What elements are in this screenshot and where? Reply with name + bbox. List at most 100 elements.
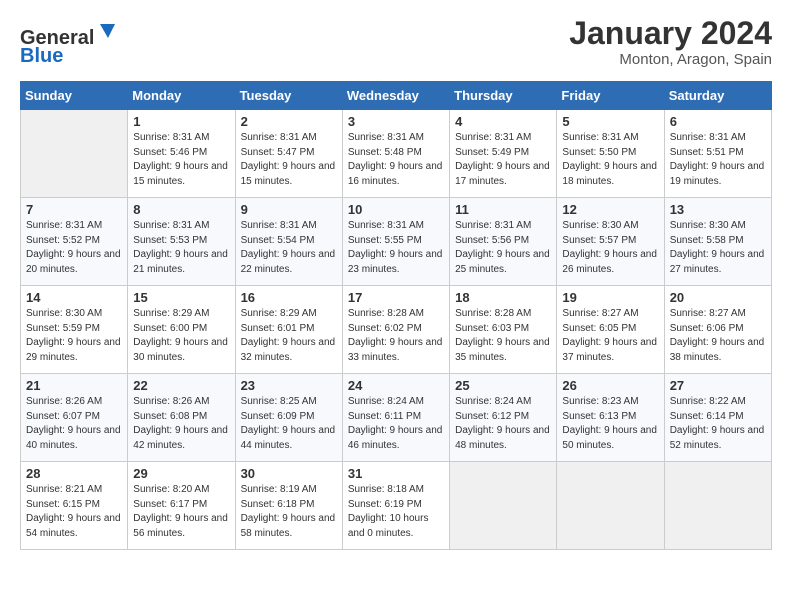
- day-info: Sunrise: 8:29 AMSunset: 6:01 PMDaylight:…: [241, 307, 337, 365]
- calendar-cell: 1 Sunrise: 8:31 AMSunset: 5:46 PMDaylight…: [128, 110, 235, 198]
- day-number: 19: [562, 290, 658, 305]
- day-number: 12: [562, 202, 658, 217]
- calendar-cell: [557, 462, 664, 550]
- weekday-header-row: SundayMondayTuesdayWednesdayThursdayFrid…: [21, 82, 772, 110]
- day-number: 11: [455, 202, 551, 217]
- calendar-cell: 13 Sunrise: 8:30 AMSunset: 5:58 PMDayligh…: [664, 198, 771, 286]
- day-info: Sunrise: 8:30 AMSunset: 5:57 PMDaylight:…: [562, 219, 658, 277]
- day-number: 22: [133, 378, 229, 393]
- day-number: 9: [241, 202, 337, 217]
- calendar-cell: 14 Sunrise: 8:30 AMSunset: 5:59 PMDayligh…: [21, 286, 128, 374]
- day-number: 1: [133, 114, 229, 129]
- calendar-cell: [21, 110, 128, 198]
- calendar-cell: 8Sunrise: 8:31 AMSunset: 5:53 PMDaylight…: [128, 198, 235, 286]
- day-number: 7: [26, 202, 122, 217]
- day-number: 8: [133, 202, 229, 217]
- calendar-cell: 5Sunrise: 8:31 AMSunset: 5:50 PMDaylight…: [557, 110, 664, 198]
- weekday-header-friday: Friday: [557, 82, 664, 110]
- day-number: 16: [241, 290, 337, 305]
- day-number: 14: [26, 290, 122, 305]
- day-number: 25: [455, 378, 551, 393]
- day-info: Sunrise: 8:19 AMSunset: 6:18 PMDaylight:…: [241, 483, 337, 541]
- day-number: 2: [241, 114, 337, 129]
- day-info: Sunrise: 8:31 AMSunset: 5:55 PMDaylight:…: [348, 219, 444, 277]
- calendar-table: SundayMondayTuesdayWednesdayThursdayFrid…: [20, 81, 772, 550]
- day-number: 17: [348, 290, 444, 305]
- calendar-cell: 2 Sunrise: 8:31 AMSunset: 5:47 PMDaylight…: [235, 110, 342, 198]
- calendar-cell: 19 Sunrise: 8:27 AMSunset: 6:05 PMDayligh…: [557, 286, 664, 374]
- day-number: 6: [670, 114, 766, 129]
- day-number: 3: [348, 114, 444, 129]
- day-info: Sunrise: 8:31 AMSunset: 5:51 PMDaylight:…: [670, 131, 766, 189]
- calendar-week-row: 1 Sunrise: 8:31 AMSunset: 5:46 PMDaylight…: [21, 110, 772, 198]
- day-info: Sunrise: 8:31 AMSunset: 5:47 PMDaylight:…: [241, 131, 337, 189]
- weekday-header-tuesday: Tuesday: [235, 82, 342, 110]
- calendar-cell: 31 Sunrise: 8:18 AMSunset: 6:19 PMDayligh…: [342, 462, 449, 550]
- calendar-week-row: 28Sunrise: 8:21 AMSunset: 6:15 PMDayligh…: [21, 462, 772, 550]
- calendar-week-row: 7 Sunrise: 8:31 AMSunset: 5:52 PMDaylight…: [21, 198, 772, 286]
- day-info: Sunrise: 8:28 AMSunset: 6:02 PMDaylight:…: [348, 307, 444, 365]
- calendar-cell: 11 Sunrise: 8:31 AMSunset: 5:56 PMDayligh…: [450, 198, 557, 286]
- day-number: 30: [241, 466, 337, 481]
- day-info: Sunrise: 8:27 AMSunset: 6:05 PMDaylight:…: [562, 307, 658, 365]
- calendar-cell: 10 Sunrise: 8:31 AMSunset: 5:55 PMDayligh…: [342, 198, 449, 286]
- calendar-subtitle: Monton, Aragon, Spain: [569, 51, 772, 68]
- calendar-cell: 20 Sunrise: 8:27 AMSunset: 6:06 PMDayligh…: [664, 286, 771, 374]
- calendar-cell: 22 Sunrise: 8:26 AMSunset: 6:08 PMDayligh…: [128, 374, 235, 462]
- weekday-header-sunday: Sunday: [21, 82, 128, 110]
- calendar-week-row: 14 Sunrise: 8:30 AMSunset: 5:59 PMDayligh…: [21, 286, 772, 374]
- day-number: 4: [455, 114, 551, 129]
- weekday-header-monday: Monday: [128, 82, 235, 110]
- svg-text:Blue: Blue: [20, 45, 63, 66]
- title-block: January 2024 Monton, Aragon, Spain: [569, 16, 772, 68]
- day-info: Sunrise: 8:22 AMSunset: 6:14 PMDaylight:…: [670, 395, 766, 453]
- calendar-title: January 2024: [569, 16, 772, 51]
- weekday-header-wednesday: Wednesday: [342, 82, 449, 110]
- calendar-cell: 4 Sunrise: 8:31 AMSunset: 5:49 PMDaylight…: [450, 110, 557, 198]
- calendar-cell: 12 Sunrise: 8:30 AMSunset: 5:57 PMDayligh…: [557, 198, 664, 286]
- day-info: Sunrise: 8:28 AMSunset: 6:03 PMDaylight:…: [455, 307, 551, 365]
- day-info: Sunrise: 8:31 AMSunset: 5:49 PMDaylight:…: [455, 131, 551, 189]
- weekday-header-thursday: Thursday: [450, 82, 557, 110]
- calendar-cell: 30 Sunrise: 8:19 AMSunset: 6:18 PMDayligh…: [235, 462, 342, 550]
- day-info: Sunrise: 8:24 AMSunset: 6:12 PMDaylight:…: [455, 395, 551, 453]
- calendar-cell: 21Sunrise: 8:26 AMSunset: 6:07 PMDayligh…: [21, 374, 128, 462]
- logo: General Blue: [20, 16, 150, 71]
- page-container: General Blue January 2024 Monton, Aragon…: [0, 0, 792, 566]
- calendar-cell: 28Sunrise: 8:21 AMSunset: 6:15 PMDayligh…: [21, 462, 128, 550]
- calendar-cell: 16 Sunrise: 8:29 AMSunset: 6:01 PMDayligh…: [235, 286, 342, 374]
- day-number: 28: [26, 466, 122, 481]
- day-info: Sunrise: 8:26 AMSunset: 6:07 PMDaylight:…: [26, 395, 122, 453]
- calendar-cell: 17 Sunrise: 8:28 AMSunset: 6:02 PMDayligh…: [342, 286, 449, 374]
- day-number: 27: [670, 378, 766, 393]
- calendar-cell: 27 Sunrise: 8:22 AMSunset: 6:14 PMDayligh…: [664, 374, 771, 462]
- day-number: 18: [455, 290, 551, 305]
- calendar-cell: 9Sunrise: 8:31 AMSunset: 5:54 PMDaylight…: [235, 198, 342, 286]
- day-info: Sunrise: 8:25 AMSunset: 6:09 PMDaylight:…: [241, 395, 337, 453]
- calendar-cell: 23Sunrise: 8:25 AMSunset: 6:09 PMDayligh…: [235, 374, 342, 462]
- day-number: 15: [133, 290, 229, 305]
- day-info: Sunrise: 8:26 AMSunset: 6:08 PMDaylight:…: [133, 395, 229, 453]
- day-info: Sunrise: 8:31 AMSunset: 5:52 PMDaylight:…: [26, 219, 122, 277]
- day-number: 5: [562, 114, 658, 129]
- day-number: 10: [348, 202, 444, 217]
- calendar-cell: [450, 462, 557, 550]
- day-info: Sunrise: 8:27 AMSunset: 6:06 PMDaylight:…: [670, 307, 766, 365]
- day-number: 13: [670, 202, 766, 217]
- calendar-cell: 7 Sunrise: 8:31 AMSunset: 5:52 PMDaylight…: [21, 198, 128, 286]
- weekday-header-saturday: Saturday: [664, 82, 771, 110]
- day-info: Sunrise: 8:30 AMSunset: 5:59 PMDaylight:…: [26, 307, 122, 365]
- header: General Blue January 2024 Monton, Aragon…: [20, 16, 772, 71]
- day-info: Sunrise: 8:31 AMSunset: 5:56 PMDaylight:…: [455, 219, 551, 277]
- day-info: Sunrise: 8:24 AMSunset: 6:11 PMDaylight:…: [348, 395, 444, 453]
- day-info: Sunrise: 8:18 AMSunset: 6:19 PMDaylight:…: [348, 483, 444, 541]
- calendar-cell: 25 Sunrise: 8:24 AMSunset: 6:12 PMDayligh…: [450, 374, 557, 462]
- day-info: Sunrise: 8:31 AMSunset: 5:46 PMDaylight:…: [133, 131, 229, 189]
- day-info: Sunrise: 8:31 AMSunset: 5:48 PMDaylight:…: [348, 131, 444, 189]
- day-number: 20: [670, 290, 766, 305]
- day-info: Sunrise: 8:30 AMSunset: 5:58 PMDaylight:…: [670, 219, 766, 277]
- day-number: 26: [562, 378, 658, 393]
- calendar-cell: 26Sunrise: 8:23 AMSunset: 6:13 PMDayligh…: [557, 374, 664, 462]
- day-info: Sunrise: 8:20 AMSunset: 6:17 PMDaylight:…: [133, 483, 229, 541]
- day-number: 31: [348, 466, 444, 481]
